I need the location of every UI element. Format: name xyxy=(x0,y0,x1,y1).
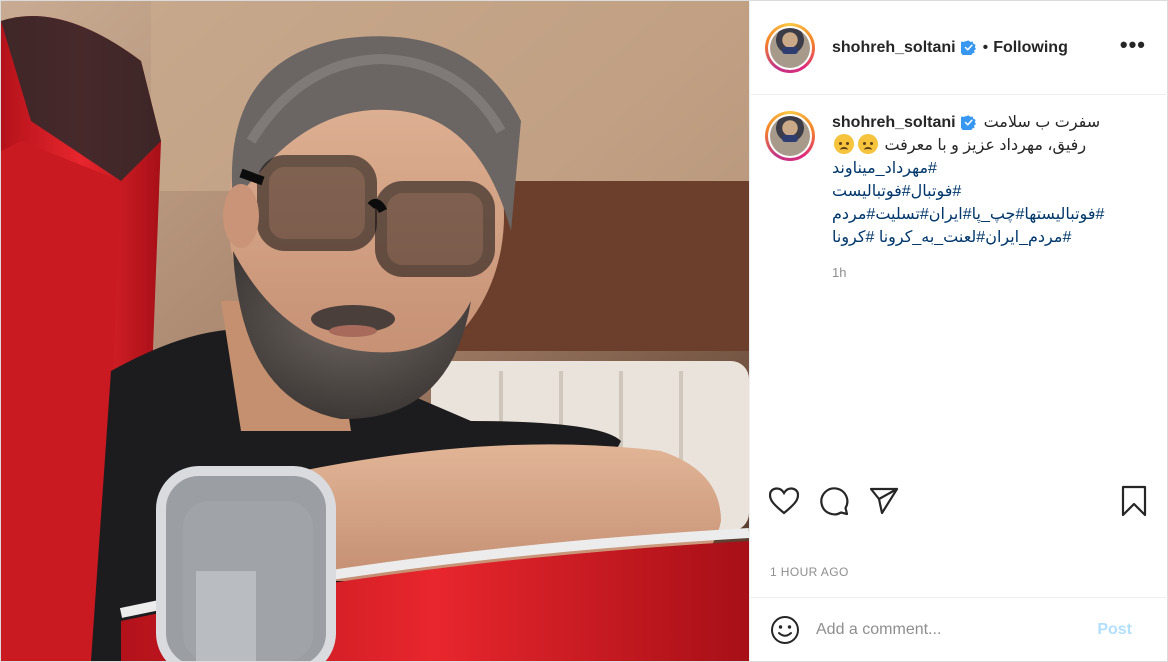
verified-badge-icon xyxy=(960,115,976,130)
separator-dot: • xyxy=(982,38,989,56)
hashtag-line-3[interactable]: #فوتبالیستها#چپ_پا#ایران#تسلیت#مردم xyxy=(832,203,1132,226)
caption-relative-time[interactable]: 1h xyxy=(832,265,1132,280)
author-username[interactable]: shohreh_soltani xyxy=(832,39,956,57)
caption-username[interactable]: shohreh_soltani xyxy=(832,114,956,132)
post-timestamp[interactable]: 1 hour ago xyxy=(770,565,849,579)
save-button[interactable] xyxy=(1116,483,1152,519)
bookmark-icon xyxy=(1121,485,1147,517)
author-avatar[interactable] xyxy=(765,22,815,73)
post-actions xyxy=(750,471,1168,531)
following-button[interactable]: Following xyxy=(993,39,1068,57)
emoji-picker-icon[interactable] xyxy=(770,615,800,645)
hashtag-line-1[interactable]: #مهرداد_میناوند xyxy=(832,157,1132,180)
avatar-image xyxy=(770,116,810,156)
post-photo-illustration xyxy=(1,1,749,661)
post-photo[interactable] xyxy=(1,1,749,661)
avatar-image xyxy=(770,27,810,68)
post-comment-button[interactable]: Post xyxy=(1097,621,1132,639)
more-options-icon[interactable]: ••• xyxy=(1120,34,1146,56)
comment-button[interactable] xyxy=(816,483,852,519)
post-header: shohreh_soltani • Following ••• xyxy=(750,1,1168,95)
heart-icon xyxy=(769,487,799,515)
share-button[interactable] xyxy=(866,483,902,519)
instagram-post: shohreh_soltani • Following ••• shohreh_… xyxy=(0,0,1168,662)
hashtag-line-4[interactable]: #مردم_ایران#لعنت_به_کرونا #کرونا xyxy=(832,226,1132,249)
caption-text-line-1: سفرت ب سلامت xyxy=(983,114,1101,131)
hashtag-line-2[interactable]: #فوتبال#فوتبالیست xyxy=(832,180,1132,203)
share-icon xyxy=(869,487,899,515)
comment-box: Post xyxy=(750,597,1168,661)
disappointed-emoji-icon xyxy=(834,134,854,154)
caption-text-line-2: رفیق، مهرداد عزیز و با معرفت xyxy=(832,134,1132,157)
caption-first-line: shohreh_soltani سفرت ب سلامت xyxy=(832,111,1132,134)
post-caption: shohreh_soltani سفرت ب سلامت رفیق، مهردا… xyxy=(750,111,1168,280)
comment-icon xyxy=(820,487,849,516)
caption-avatar[interactable] xyxy=(765,111,815,161)
caption-body: shohreh_soltani سفرت ب سلامت رفیق، مهردا… xyxy=(832,111,1132,281)
pensive-emoji-icon xyxy=(858,134,878,154)
comment-input[interactable] xyxy=(816,620,1098,639)
like-button[interactable] xyxy=(766,483,802,519)
verified-badge-icon xyxy=(960,40,976,55)
post-sidebar: shohreh_soltani • Following ••• shohreh_… xyxy=(749,1,1168,661)
caption-text-line-2-content: رفیق، مهرداد عزیز و با معرفت xyxy=(884,137,1087,154)
